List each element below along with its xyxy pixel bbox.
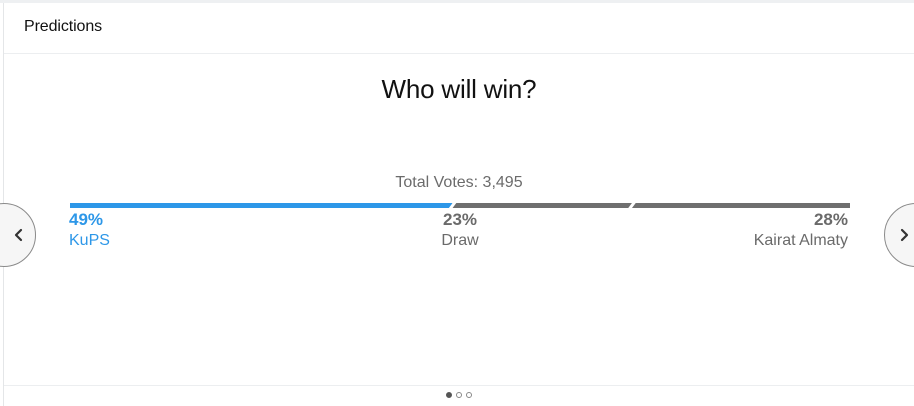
previous-button[interactable]	[0, 203, 36, 267]
outcome-away-label: Kairat Almaty	[753, 232, 848, 249]
outcome-draw[interactable]: 23% Draw	[410, 210, 510, 252]
pagination-dot[interactable]	[466, 392, 472, 398]
outcome-home-label: KuPS	[69, 232, 110, 249]
outcome-draw-label: Draw	[441, 232, 479, 249]
vote-bar-segment-home	[70, 203, 453, 208]
footer-divider	[4, 385, 914, 386]
vote-bar-segment-draw	[452, 203, 632, 208]
chevron-right-icon	[900, 228, 909, 242]
vote-bar-segment-away	[631, 203, 850, 208]
chevron-left-icon	[14, 228, 23, 242]
outcome-draw-percent: 23%	[442, 210, 478, 229]
poll-question: Who will win?	[381, 74, 537, 104]
outcome-away-percent: 28%	[813, 210, 848, 229]
widget-header: Predictions	[4, 3, 914, 54]
vote-distribution-bar	[70, 202, 850, 210]
pagination-dots	[446, 392, 472, 400]
pagination-dot[interactable]	[456, 392, 462, 398]
predictions-widget: Predictions Who will win? Total Votes: 3…	[0, 3, 914, 406]
pagination-dot[interactable]	[446, 392, 452, 398]
widget-title: Predictions	[24, 18, 103, 35]
outcome-home[interactable]: 49% KuPS	[69, 210, 110, 252]
next-button[interactable]	[884, 203, 914, 267]
outcome-home-percent: 49%	[69, 210, 104, 229]
total-votes: Total Votes: 3,495	[395, 174, 523, 191]
outcome-away[interactable]: 28% Kairat Almaty	[754, 210, 848, 252]
